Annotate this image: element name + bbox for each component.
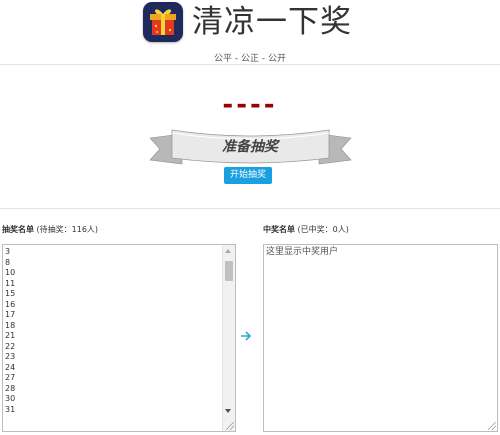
ready-banner: 准备抽奖 [148,124,353,169]
pending-list-entry: 15 [5,289,16,298]
divider [0,64,500,65]
pending-list-entry: 3 [5,247,11,256]
pending-list-entry: 8 [5,257,11,267]
divider [0,208,500,209]
pending-list-content: 3 8 10 11 15 16 17 18 21 22 23 24 27 28 30 31 [5,247,15,415]
pending-list-title: 抽奖名单 [2,225,34,234]
pending-list-entry: 30 [5,394,16,403]
pending-list-entry: 17 [5,310,16,319]
resize-handle-icon[interactable] [226,422,234,430]
pending-list-entry: 23 [5,352,16,361]
resize-handle-icon[interactable] [488,422,496,430]
pending-list-entry: 11 [5,278,16,288]
winner-list-textarea[interactable]: 这里显示中奖用户 [263,244,498,432]
pending-list-entry: 27 [5,373,16,382]
ready-banner-text: 准备抽奖 [222,138,281,155]
winner-count: (已中奖：0人) [297,225,349,234]
pending-list-entry: 16 [5,299,16,309]
pending-list-scrollbar[interactable] [222,245,235,431]
subtitle: 公平 - 公正 - 公开 [214,54,286,64]
pending-list-entry: 18 [5,320,16,330]
winner-list-placeholder: 这里显示中奖用户 [266,247,339,257]
pending-list-entry: 31 [5,404,16,414]
draw-result: ---- [222,90,278,120]
winner-list-title: 中奖名单 [263,225,295,234]
app-title: 清凉一下奖 [192,4,352,40]
scroll-up-arrow-icon[interactable] [225,249,231,253]
pending-count: (待抽奖：116人) [36,225,99,234]
start-draw-button[interactable]: 开始抽奖 [224,167,272,184]
winner-list-label: 中奖名单 (已中奖：0人) [263,224,349,235]
scroll-thumb[interactable] [225,261,233,281]
arrow-right-icon [240,330,252,345]
scroll-down-arrow-icon[interactable] [225,409,231,413]
pending-list-label: 抽奖名单 (待抽奖：116人) [2,224,98,235]
header: 清凉一下奖 公平 - 公正 - 公开 [0,0,500,64]
gift-box-icon [143,2,183,42]
pending-list-entry: 28 [5,383,16,393]
pending-list-textarea[interactable]: 3 8 10 11 15 16 17 18 21 22 23 24 27 28 30 31 [2,244,236,432]
pending-list-entry: 10 [5,268,16,277]
pending-list-entry: 22 [5,341,16,351]
pending-list-entry: 21 [5,331,16,340]
pending-list-entry: 24 [5,362,16,372]
